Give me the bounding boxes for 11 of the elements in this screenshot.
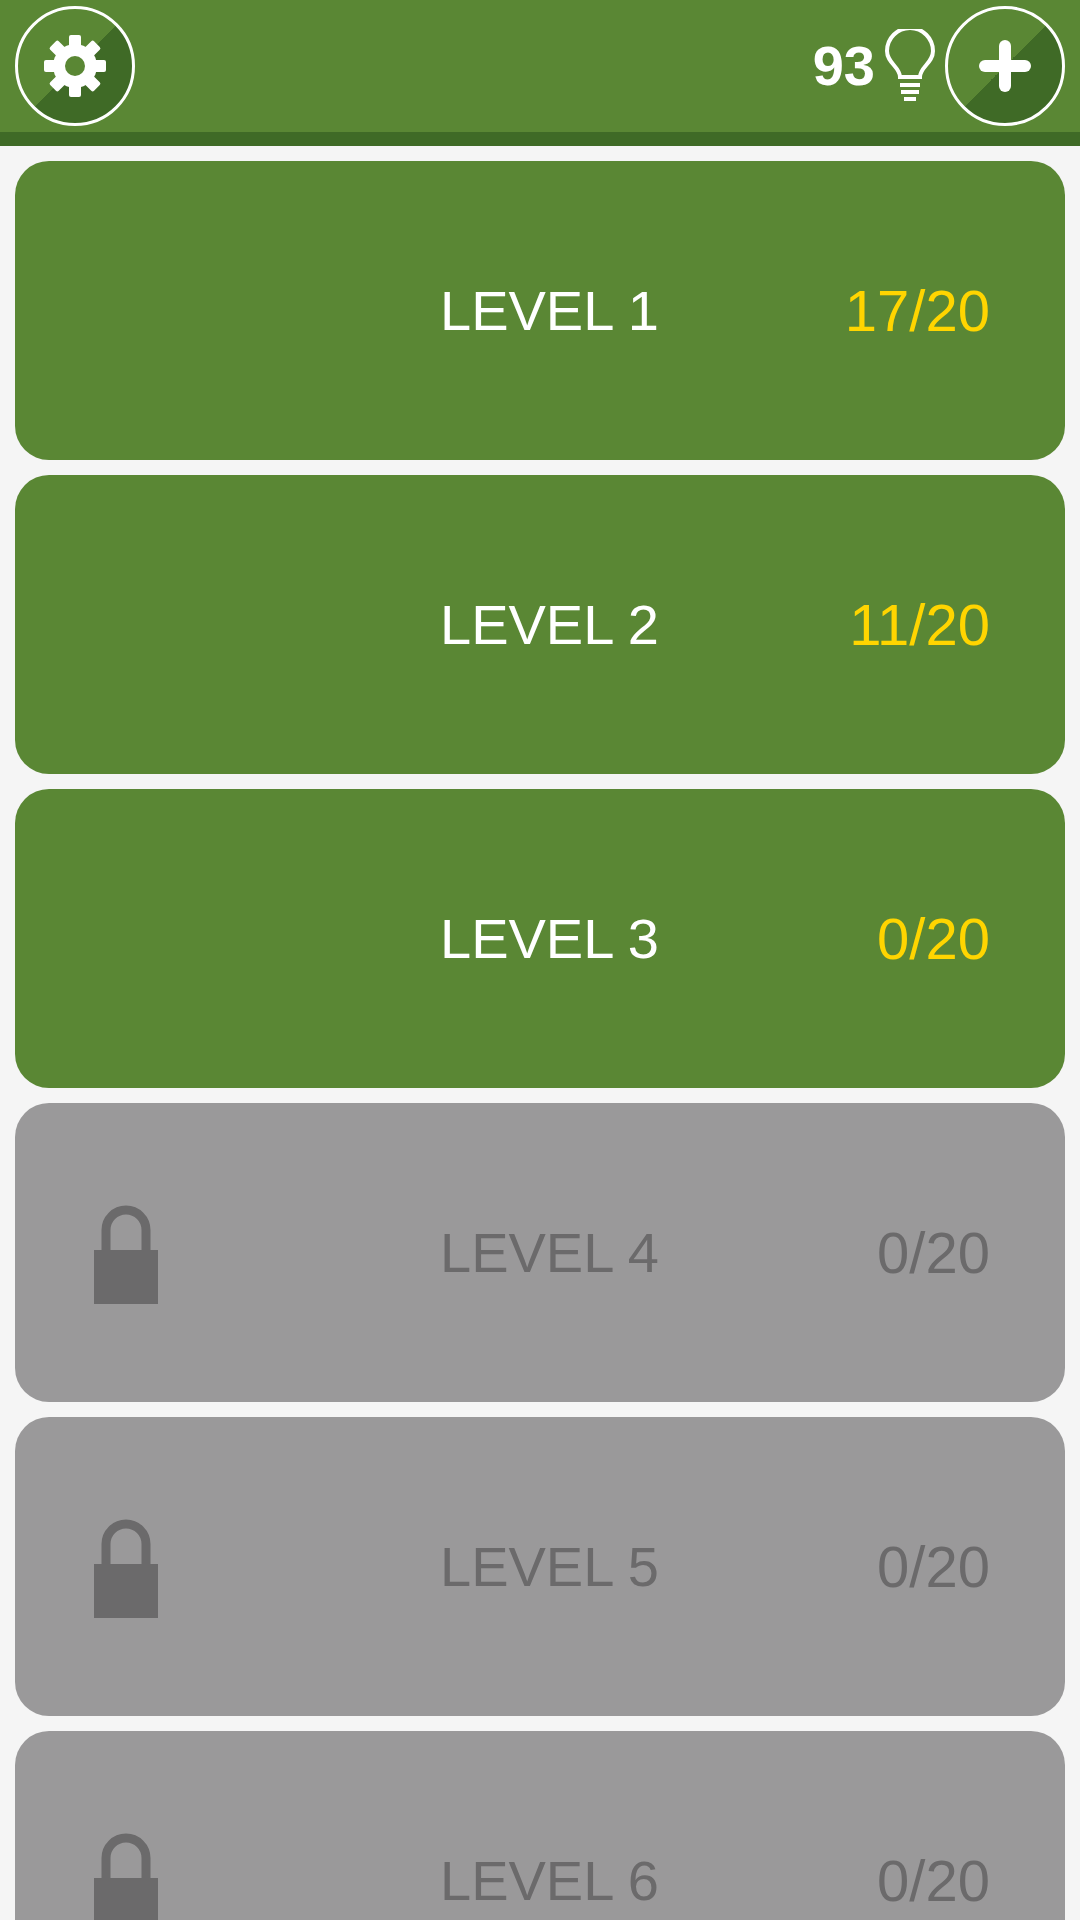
- level-title: LEVEL 1: [440, 277, 659, 344]
- level-card[interactable]: LEVEL 2 11/20: [15, 475, 1065, 774]
- level-progress: 17/20: [844, 277, 990, 345]
- level-card[interactable]: LEVEL 3 0/20: [15, 789, 1065, 1088]
- level-card[interactable]: LEVEL 1 17/20: [15, 161, 1065, 460]
- level-title: LEVEL 3: [440, 905, 659, 972]
- level-title: LEVEL 2: [440, 591, 659, 658]
- lightbulb-icon: [883, 29, 937, 103]
- level-progress: 0/20: [877, 905, 990, 973]
- level-progress: 11/20: [849, 591, 990, 659]
- hint-count: 93: [812, 33, 875, 99]
